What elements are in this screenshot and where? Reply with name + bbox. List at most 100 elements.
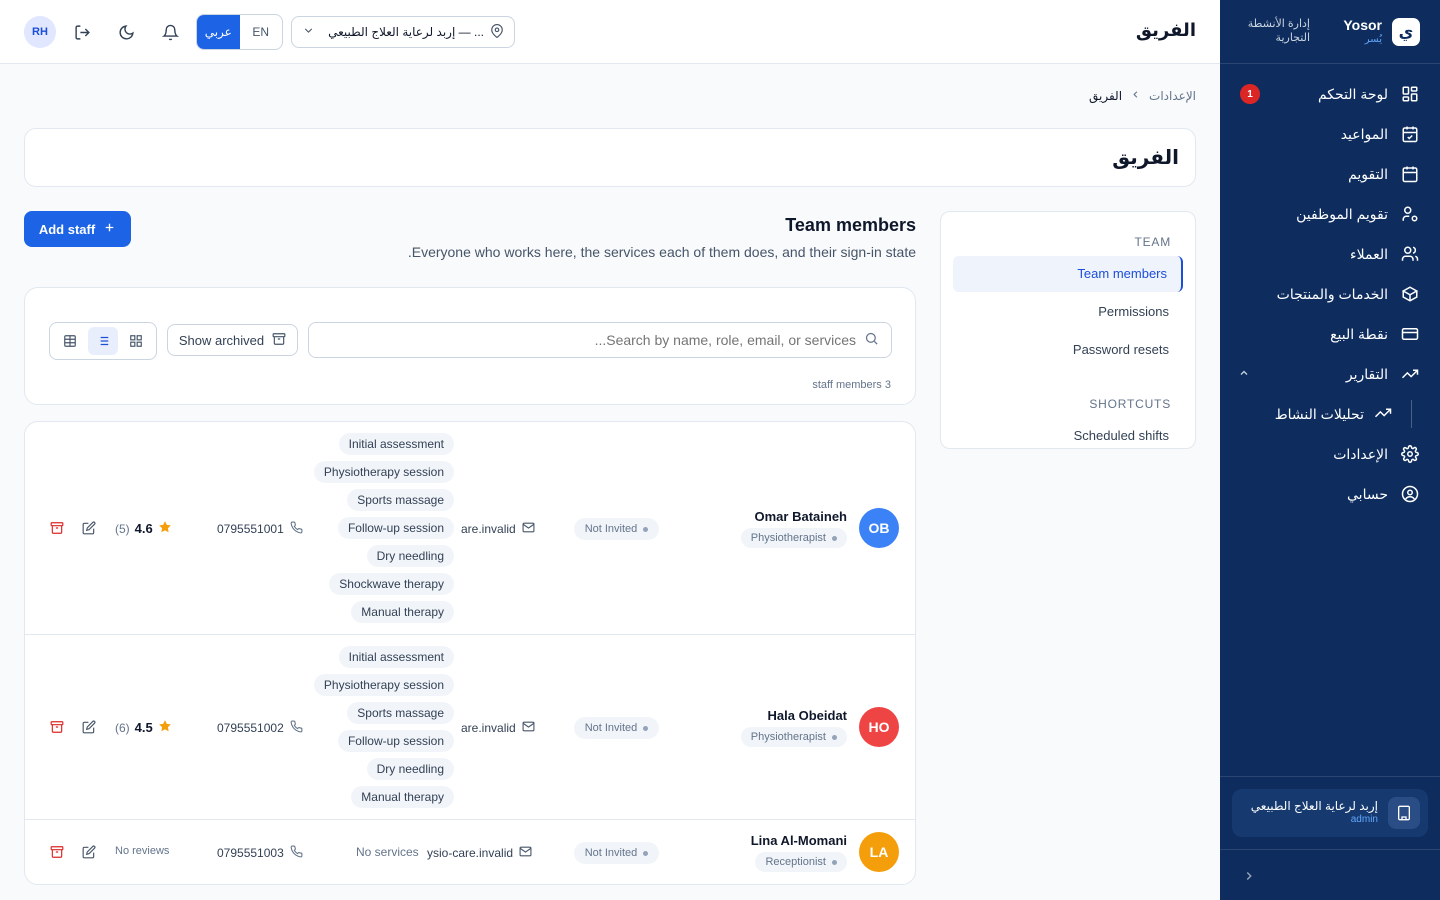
bell-icon[interactable] — [160, 22, 180, 42]
archive-icon[interactable] — [49, 844, 65, 860]
chevron-right-icon[interactable] — [1242, 869, 1256, 886]
staff-email[interactable]: are.invalid — [461, 720, 535, 736]
staff-list: OB Omar Bataineh Physiotherapist Not Inv… — [24, 421, 916, 885]
user-avatar[interactable]: RH — [24, 16, 56, 48]
calendar-check-icon — [1400, 124, 1420, 144]
role-badge: Physiotherapist — [740, 528, 847, 548]
location-select[interactable]: إربد لرعاية العلاج الطبيعي — ... — [291, 16, 515, 48]
sidebar-item-clients[interactable]: العملاء — [1220, 234, 1440, 274]
status-label: Not Invited — [584, 523, 638, 535]
mail-icon — [519, 845, 532, 861]
org-card[interactable]: إربد لرعاية العلاج الطبيعي admin — [1232, 789, 1428, 837]
table-view-icon[interactable] — [55, 327, 85, 355]
sidebar-item-dashboard[interactable]: 1 لوحة التحكم — [1220, 74, 1440, 114]
sidebar-item-label: التقارير — [1345, 365, 1388, 382]
user-circle-icon — [1400, 484, 1420, 504]
sidebar-item-staff-calendar[interactable]: تقويم الموظفين — [1220, 194, 1440, 234]
services-list: Initial assessment Physiotherapy session… — [313, 646, 454, 808]
table-row[interactable]: LA Lina Al-Momani Receptionist Not Invit… — [25, 820, 915, 884]
lang-en-button[interactable]: EN — [240, 15, 283, 49]
sidebar-item-appointments[interactable]: المواعيد — [1220, 114, 1440, 154]
email-text: are.invalid — [461, 522, 516, 536]
sidebar-item-label: التقويم — [1348, 165, 1388, 182]
services-list: Initial assessment Physiotherapy session… — [313, 433, 454, 623]
staff-phone[interactable]: 0795551001 — [217, 521, 303, 537]
table-row[interactable]: HO Hala Obeidat Physiotherapist Not Invi… — [25, 635, 915, 820]
avatar: OB — [859, 508, 899, 548]
mail-icon — [522, 521, 535, 537]
section-item-scheduled-shifts[interactable]: Scheduled shifts — [953, 418, 1183, 454]
search-input[interactable] — [321, 332, 856, 348]
section-heading-team: TEAM — [1134, 235, 1171, 249]
trending-up-icon — [1374, 404, 1392, 425]
user-cog-icon — [1400, 204, 1420, 224]
logout-icon[interactable] — [72, 22, 92, 42]
staff-email[interactable]: ysio-care.invalid — [427, 845, 532, 861]
show-archived-button[interactable]: Show archived — [167, 324, 298, 356]
avatar: HO — [859, 707, 899, 747]
notification-badge: 1 — [1240, 84, 1260, 104]
sidebar-item-reports[interactable]: التقارير — [1220, 354, 1440, 394]
search-box — [308, 322, 892, 358]
service-chip: Manual therapy — [351, 601, 454, 623]
sidebar-item-label: الإعدادات — [1333, 445, 1388, 462]
moon-icon[interactable] — [116, 22, 136, 42]
archive-icon[interactable] — [49, 520, 65, 536]
archive-icon — [272, 332, 286, 349]
avatar: LA — [859, 832, 899, 872]
service-chip: Shockwave therapy — [329, 573, 454, 595]
phone-icon — [290, 521, 303, 537]
add-staff-label: Add staff — [38, 221, 96, 237]
role-badge: Receptionist — [755, 852, 847, 872]
edit-icon[interactable] — [81, 844, 97, 860]
staff-phone[interactable]: 0795551002 — [217, 720, 303, 736]
org-switcher: إربد لرعاية العلاج الطبيعي admin — [1220, 776, 1440, 850]
brand-logo: ي — [1392, 17, 1420, 46]
staff-name[interactable]: Lina Al-Momani — [751, 833, 847, 848]
staff-email[interactable]: are.invalid — [461, 521, 535, 537]
table-row[interactable]: OB Omar Bataineh Physiotherapist Not Inv… — [25, 422, 915, 635]
section-item-password-resets[interactable]: Password resets — [953, 332, 1183, 368]
edit-icon[interactable] — [81, 719, 97, 735]
status-badge: Not Invited — [574, 717, 659, 739]
staff-name[interactable]: Hala Obeidat — [768, 708, 847, 723]
service-chip: Physiotherapy session — [313, 674, 454, 696]
no-services-text: No services — [356, 845, 419, 859]
service-chip: Manual therapy — [351, 786, 454, 808]
status-label: Not Invited — [584, 722, 638, 734]
view-toggle — [49, 322, 157, 360]
phone-text: 0795551003 — [217, 846, 284, 860]
sidebar-subitem-analytics[interactable]: تحليلات النشاط — [1220, 394, 1440, 434]
grid-view-icon[interactable] — [121, 327, 151, 355]
chevron-left-icon — [1130, 89, 1141, 103]
sidebar-item-services[interactable]: الخدمات والمنتجات — [1220, 274, 1440, 314]
sidebar-item-settings[interactable]: الإعدادات — [1220, 434, 1440, 474]
search-icon — [864, 331, 879, 349]
sidebar-item-calendar[interactable]: التقويم — [1220, 154, 1440, 194]
breadcrumb-parent[interactable]: الإعدادات — [1149, 89, 1196, 103]
lang-ar-button[interactable]: عربي — [197, 15, 240, 49]
brand-logo-group[interactable]: Yosor يُسر ي — [1343, 17, 1420, 46]
chevron-up-icon[interactable] — [1238, 366, 1250, 382]
staff-name[interactable]: Omar Bataineh — [755, 509, 847, 524]
org-role: admin — [1350, 814, 1378, 826]
settings-icon — [1400, 444, 1420, 464]
org-name: إربد لرعاية العلاج الطبيعي — [1250, 799, 1378, 814]
list-view-icon[interactable] — [87, 327, 118, 355]
review-count: (6) — [115, 720, 130, 735]
page-title: الفريق — [1112, 147, 1179, 169]
service-chip: Physiotherapy session — [313, 461, 454, 483]
section-item-permissions[interactable]: Permissions — [953, 294, 1183, 330]
sidebar-item-pos[interactable]: نقطة البيع — [1220, 314, 1440, 354]
archive-icon[interactable] — [49, 719, 65, 735]
sidebar-item-account[interactable]: حسابي — [1220, 474, 1440, 514]
edit-icon[interactable] — [81, 520, 97, 536]
add-staff-button[interactable]: Add staff — [24, 211, 131, 247]
role-label: Physiotherapist — [750, 532, 826, 544]
staff-phone[interactable]: 0795551003 — [217, 845, 303, 861]
team-subtitle: Everyone who works here, the services ea… — [407, 244, 916, 260]
service-chip: Initial assessment — [338, 646, 454, 668]
sidebar-item-label: حسابي — [1347, 485, 1388, 502]
section-item-team-members[interactable]: Team members — [953, 256, 1183, 292]
phone-icon — [290, 720, 303, 736]
